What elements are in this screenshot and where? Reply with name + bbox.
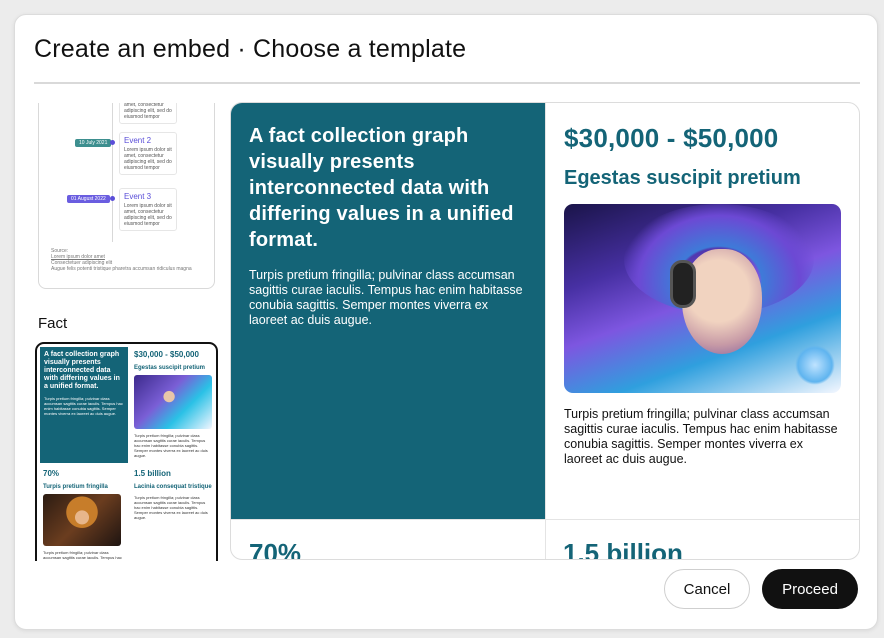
fact-thumb-subheading: Egestas suscipit pretium — [134, 365, 206, 371]
timeline-dot — [110, 140, 115, 145]
timeline-event-title: Event 3 — [124, 192, 152, 201]
preview-subheading: Egestas suscipit pretium — [564, 167, 801, 189]
fact-thumb-image — [134, 375, 212, 429]
timeline-event-body: Lorem ipsum dolor sit amet, consectetur … — [124, 103, 172, 120]
preview-bottom-row: 70% 1.5 billion — [231, 519, 859, 560]
template-thumb-fact[interactable]: A fact collection graph visually present… — [35, 342, 218, 561]
template-label-fact: Fact — [38, 315, 68, 332]
fact-thumb-stat: 70% — [43, 469, 60, 478]
preview-stat-bottom-right: 1.5 billion — [563, 538, 683, 560]
preview-intro-panel: A fact collection graph visually present… — [231, 103, 545, 519]
fact-thumb-card: 70% Turpis pretium fringilla Turpis pret… — [40, 466, 128, 561]
preview-body: Turpis pretium fringilla; pulvinar class… — [249, 268, 523, 327]
timeline-event-title: Event 2 — [124, 136, 152, 145]
timeline-line — [112, 103, 113, 242]
fact-thumb-card-body: Turpis pretium fringilla; pulvinar class… — [134, 433, 208, 458]
fact-thumb-stat: 1.5 billion — [134, 469, 171, 478]
preview-stat-bottom-left: 70% — [249, 538, 302, 560]
preview-heading: A fact collection graph visually present… — [249, 125, 514, 251]
preview-card-body: Turpis pretium fringilla; pulvinar class… — [564, 407, 838, 466]
timeline-event-card: Event 3 Lorem ipsum dolor sit amet, cons… — [119, 188, 177, 231]
headphone-icon — [670, 260, 696, 308]
fact-thumb-card: 1.5 billion Lacinia consequat tristique … — [131, 466, 215, 523]
fact-thumb-intro: A fact collection graph visually present… — [40, 347, 128, 463]
fact-thumb-image — [43, 494, 121, 546]
fact-thumb-subheading: Turpis pretium fringilla — [43, 484, 108, 490]
dialog-title: Create an embed · Choose a template — [34, 35, 467, 63]
timeline-event-card: Lorem ipsum dolor sit amet, consectetur … — [119, 103, 177, 124]
proceed-button[interactable]: Proceed — [762, 569, 858, 609]
fact-thumb-stat: $30,000 - $50,000 — [134, 350, 199, 359]
preview-stat: $30,000 - $50,000 — [564, 123, 779, 153]
timeline-date-badge: 01 August 2022 — [67, 195, 110, 203]
fact-thumb-card: $30,000 - $50,000 Egestas suscipit preti… — [131, 347, 215, 461]
timeline-date-badge: 10 July 2021 — [75, 139, 112, 147]
embed-dialog: Create an embed · Choose a template Lore… — [14, 14, 878, 630]
template-list[interactable]: Lorem ipsum dolor sit amet, consectetur … — [34, 103, 220, 561]
timeline-dot — [110, 196, 115, 201]
template-preview[interactable]: A fact collection graph visually present… — [230, 102, 860, 560]
source-item: Augue felis potenti tristique pharetra a… — [51, 266, 192, 272]
image-splash-shape — [795, 345, 835, 385]
fact-thumb-body: Turpis pretium fringilla; pulvinar class… — [44, 396, 123, 416]
preview-column-divider — [545, 520, 546, 559]
preview-fact-card: $30,000 - $50,000 Egestas suscipit preti… — [545, 103, 859, 519]
fact-thumb-card-body: Turpis pretium fringilla; pulvinar class… — [134, 495, 208, 520]
title-divider — [34, 82, 860, 84]
cancel-button[interactable]: Cancel — [664, 569, 750, 609]
timeline-event-body: Lorem ipsum dolor sit amet, consectetur … — [124, 203, 172, 227]
template-thumb-timeline[interactable]: Lorem ipsum dolor sit amet, consectetur … — [38, 103, 215, 289]
preview-image — [564, 204, 841, 393]
fact-thumb-heading: A fact collection graph visually present… — [44, 351, 120, 390]
timeline-sources: Source: Lorem ipsum dolor amet Consectet… — [51, 248, 192, 272]
fact-thumb-subheading: Lacinia consequat tristique — [134, 484, 212, 490]
timeline-event-card: Event 2 Lorem ipsum dolor sit amet, cons… — [119, 132, 177, 175]
fact-thumb-card-body: Turpis pretium fringilla; pulvinar class… — [43, 550, 122, 561]
timeline-event-body: Lorem ipsum dolor sit amet, consectetur … — [124, 147, 172, 171]
